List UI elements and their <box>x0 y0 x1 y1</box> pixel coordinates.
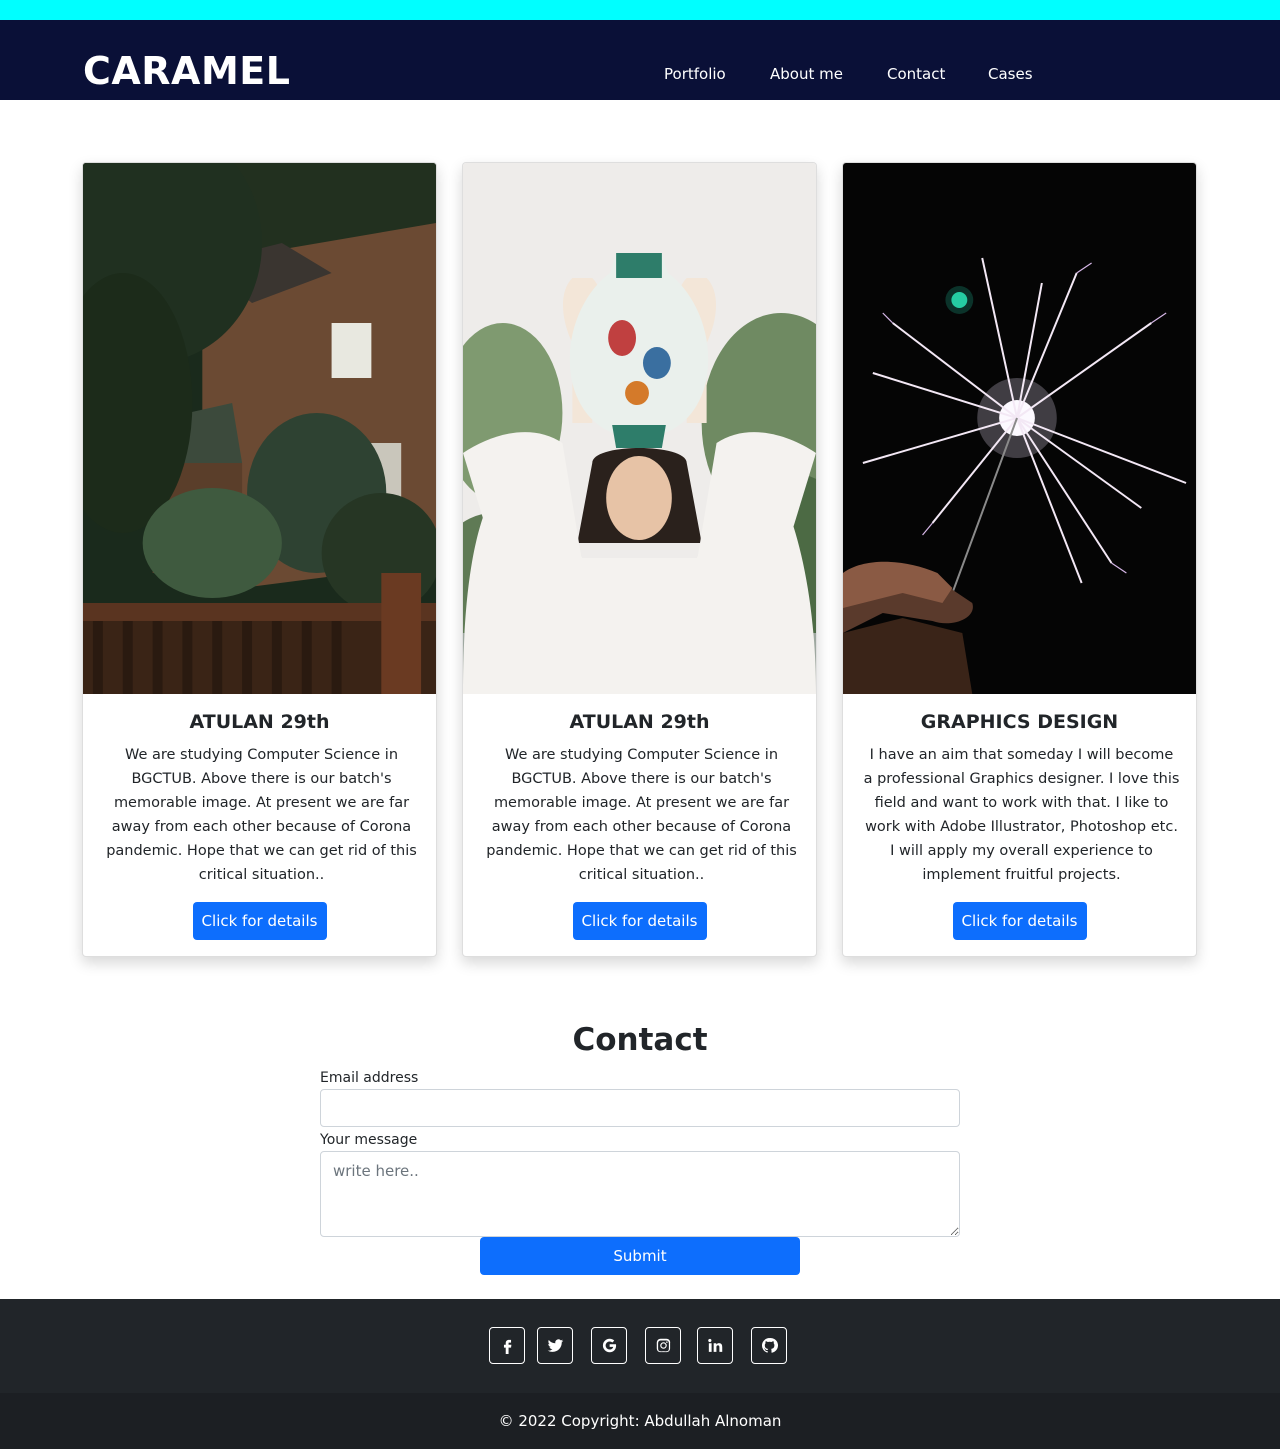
nav-link-portfolio[interactable]: Portfolio <box>664 64 726 84</box>
email-label: Email address <box>320 1070 419 1086</box>
nav-link-cases[interactable]: Cases <box>988 64 1033 84</box>
submit-button[interactable]: Submit <box>480 1237 800 1275</box>
navbar: CARAMEL Portfolio About me Contact Cases <box>0 20 1280 100</box>
instagram-icon[interactable] <box>645 1327 681 1364</box>
details-button[interactable]: Click for details <box>192 902 327 940</box>
github-icon[interactable] <box>751 1327 787 1364</box>
portfolio-cards: ATULAN 29th We are studying Computer Sci… <box>0 162 1280 957</box>
woman-with-vase-photo <box>463 163 816 694</box>
card-title: ATULAN 29th <box>189 711 330 733</box>
copyright-footer: © 2022 Copyright: Abdullah Alnoman <box>0 1393 1280 1449</box>
facebook-icon[interactable] <box>489 1327 525 1364</box>
nav-link-contact[interactable]: Contact <box>887 64 945 84</box>
portfolio-card: ATULAN 29th We are studying Computer Sci… <box>82 162 437 957</box>
message-label: Your message <box>320 1132 418 1148</box>
details-button[interactable]: Click for details <box>952 902 1087 940</box>
google-icon[interactable] <box>591 1327 627 1364</box>
twitter-icon[interactable] <box>537 1327 573 1364</box>
details-button[interactable]: Click for details <box>572 902 707 940</box>
card-title: ATULAN 29th <box>569 711 710 733</box>
portfolio-card: GRAPHICS DESIGN I have an aim that somed… <box>842 162 1197 957</box>
linkedin-icon[interactable] <box>697 1327 733 1364</box>
card-title: GRAPHICS DESIGN <box>920 711 1119 733</box>
sparkler-in-hand-photo <box>843 163 1196 694</box>
nav-link-about-me[interactable]: About me <box>770 64 843 84</box>
card-text: We are studying Computer Science in BGCT… <box>106 747 417 883</box>
message-textarea[interactable] <box>320 1151 960 1237</box>
email-field[interactable] <box>320 1089 960 1127</box>
brick-house-garden-photo <box>83 163 436 694</box>
card-text: We are studying Computer Science in BGCT… <box>486 747 797 883</box>
portfolio-card: ATULAN 29th We are studying Computer Sci… <box>462 162 817 957</box>
footer-social-bar <box>0 1299 1280 1393</box>
card-text: I have an aim that someday I will become… <box>863 747 1180 883</box>
top-accent-bar <box>0 0 1280 20</box>
contact-heading: Contact <box>572 1022 708 1058</box>
nav-menu: Portfolio About me Contact Cases <box>0 64 1280 84</box>
